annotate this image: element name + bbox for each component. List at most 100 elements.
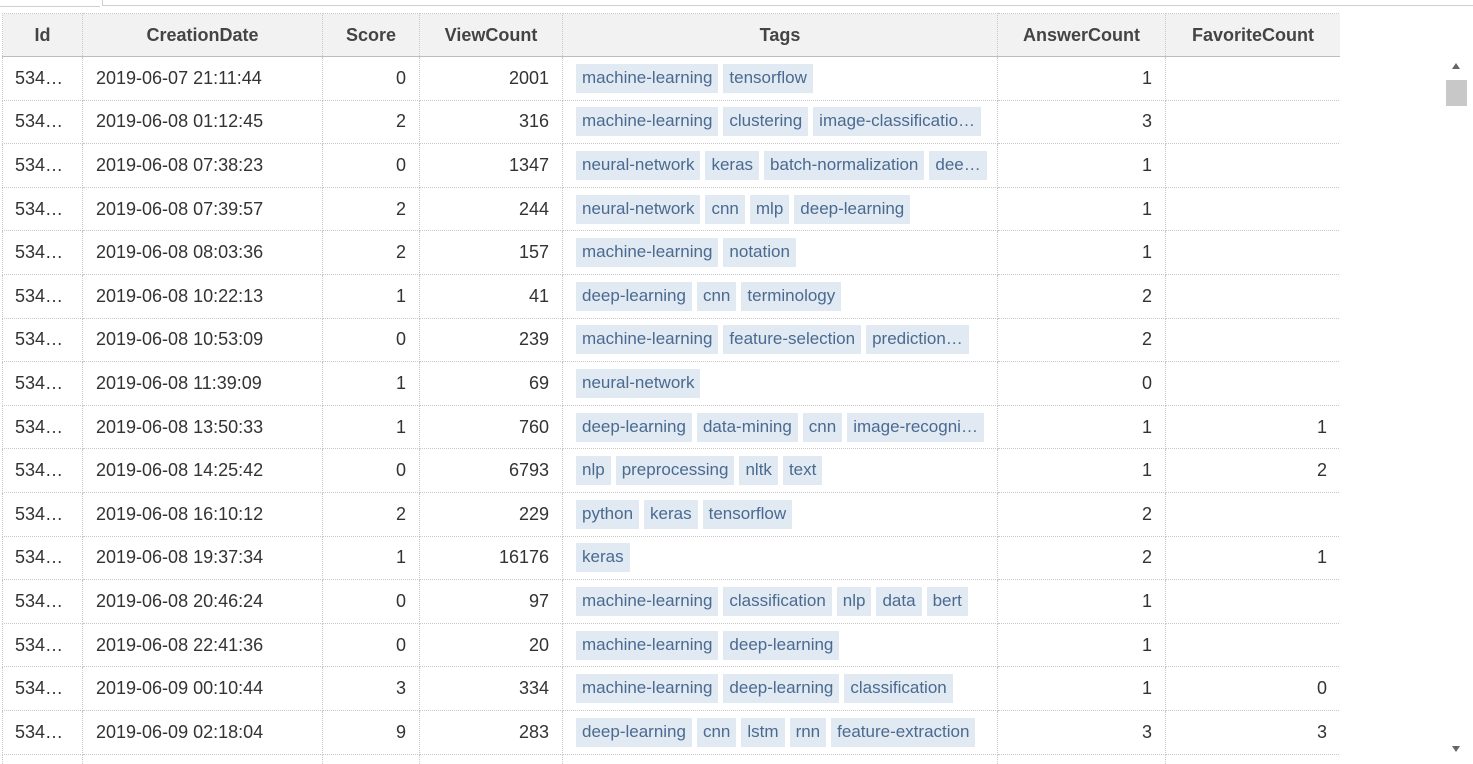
cell-id [2,753,83,764]
tag-chip[interactable]: feature-extraction [831,717,976,747]
table-row[interactable] [2,753,1340,764]
tag-chip[interactable]: cnn [802,412,843,442]
results-table: Id CreationDate Score ViewCount Tags Ans… [2,13,1340,764]
tag-chip[interactable]: tensorflow [702,499,793,529]
table-row[interactable]: 534… 2019-06-08 22:41:36 0 20 machine-learni… [2,622,1340,668]
table-row[interactable]: 534… 2019-06-08 20:46:24 0 97 machine-learni… [2,579,1340,624]
tag-chip[interactable]: terminology [741,281,842,311]
table-row[interactable]: 534… 2019-06-08 07:38:23 0 1347 neural-netwo… [2,143,1340,188]
tag-chip[interactable]: machine-learning [576,63,719,93]
table-row[interactable]: 534… 2019-06-08 19:37:34 1 16176 keras 2 1 [2,535,1340,581]
tag-chip[interactable]: image-classificatio… [813,107,982,137]
tag-chip[interactable]: image-recogni… [847,412,984,442]
tag-chip[interactable]: deep-learning [576,412,692,442]
column-header-id[interactable]: Id [2,13,83,57]
tag-chip[interactable]: machine-learning [576,325,719,355]
cell-favorite-count [1165,186,1340,232]
table-row[interactable]: 534… 2019-06-08 10:53:09 0 239 machine-learn… [2,317,1340,363]
tag-chip[interactable]: machine-learning [576,630,719,660]
tag-chip[interactable]: neural-network [576,368,701,398]
tag-chip[interactable]: cnn [696,717,737,747]
search-input-edge[interactable] [102,0,1473,6]
cell-score: 2 [322,186,420,232]
cell-tags: machine-learning notation [562,230,998,275]
cell-tags: machine-learning deep-learning classificat… [562,666,998,711]
tag-chip[interactable]: nltk [739,456,778,486]
tag-chip[interactable]: cnn [696,281,737,311]
table-row[interactable]: 534… 2019-06-08 01:12:45 2 316 machine-learn… [2,99,1340,145]
column-header-view-count[interactable]: ViewCount [419,13,563,57]
table-row[interactable]: 534… 2019-06-08 14:25:42 0 6793 nlp preproces… [2,448,1340,493]
tag-chip[interactable]: tensorflow [723,63,813,93]
column-header-favorite-count[interactable]: FavoriteCount [1165,13,1340,57]
column-header-creation-date[interactable]: CreationDate [82,13,323,57]
table-row[interactable]: 534… 2019-06-08 10:22:13 1 41 deep-learning c… [2,273,1340,319]
cell-view-count: 157 [419,230,563,275]
column-header-tags[interactable]: Tags [562,13,998,57]
cell-id: 534… [2,230,83,275]
cell-score: 2 [322,230,420,275]
tag-chip[interactable]: deep-learning [576,717,692,747]
table-row[interactable]: 534… 2019-06-09 00:10:44 3 334 machine-learn… [2,666,1340,711]
vertical-scrollbar[interactable] [1446,56,1467,764]
tag-chip[interactable]: machine-learning [576,586,719,616]
scroll-thumb[interactable] [1446,80,1467,106]
table-row[interactable]: 534… 2019-06-09 02:18:04 9 283 deep-learning… [2,709,1340,755]
cell-id: 534… [2,317,83,363]
tag-chip[interactable]: feature-selection [723,325,862,355]
table-row[interactable]: 534… 2019-06-08 13:50:33 1 760 deep-learning… [2,404,1340,450]
tag-chip[interactable]: data [876,586,922,616]
tag-list: neural-network cnn mlp deep-learning [576,194,996,224]
table-row[interactable]: 534… 2019-06-08 08:03:36 2 157 machine-learn… [2,230,1340,275]
tag-chip[interactable]: data-mining [696,412,798,442]
tag-list: neural-network [576,368,996,398]
cell-answer-count: 2 [997,273,1166,319]
tag-chip[interactable]: prediction… [866,325,969,355]
scroll-up-arrow-icon[interactable] [1446,60,1467,74]
tag-chip[interactable]: nlp [836,586,872,616]
tag-chip[interactable]: python [576,499,640,529]
cell-answer-count: 0 [997,361,1166,406]
cell-view-count: 229 [419,491,563,537]
tag-chip[interactable]: machine-learning [576,238,719,268]
tag-chip[interactable]: bert [926,586,968,616]
tag-chip[interactable]: deep-learning [723,630,840,660]
tag-chip[interactable]: notation [723,238,796,268]
table-row[interactable]: 534… 2019-06-08 07:39:57 2 244 neural-networ… [2,186,1340,232]
tag-chip[interactable]: keras [644,499,698,529]
tag-chip[interactable]: keras [576,543,630,573]
tag-chip[interactable]: neural-network [576,150,701,180]
tab-edge[interactable] [0,0,100,7]
tag-chip[interactable]: classification [844,674,953,704]
tag-chip[interactable]: mlp [749,194,790,224]
tag-chip[interactable]: deep-learning [794,194,911,224]
table-row[interactable]: 534… 2019-06-08 11:39:09 1 69 neural-network… [2,361,1340,406]
tag-chip[interactable]: keras [705,150,760,180]
tag-chip[interactable]: machine-learning [576,107,719,137]
table-row[interactable]: 534… 2019-06-07 21:11:44 0 2001 machine-lear… [2,56,1340,101]
cell-favorite-count [1165,579,1340,624]
tag-chip[interactable]: neural-network [576,194,701,224]
cell-score: 3 [322,666,420,711]
scroll-down-arrow-icon[interactable] [1446,742,1467,756]
cell-id: 534… [2,579,83,624]
tag-chip[interactable]: nlp [576,456,611,486]
table-row[interactable]: 534… 2019-06-08 16:10:12 2 229 python keras te… [2,491,1340,537]
tag-chip[interactable]: lstm [741,717,785,747]
tag-chip[interactable]: rnn [789,717,827,747]
tag-chip[interactable]: cnn [705,194,745,224]
tag-chip[interactable]: deep-learning [576,281,692,311]
top-toolbar [0,0,1473,12]
tag-chip[interactable]: classification [723,586,832,616]
cell-score: 2 [322,491,420,537]
tag-chip[interactable]: batch-normalization [764,150,925,180]
cell-favorite-count [1165,753,1340,764]
tag-chip[interactable]: dee… [929,150,987,180]
tag-chip[interactable]: preprocessing [615,456,735,486]
tag-chip[interactable]: machine-learning [576,674,719,704]
tag-chip[interactable]: text [782,456,823,486]
column-header-answer-count[interactable]: AnswerCount [997,13,1166,57]
tag-chip[interactable]: deep-learning [723,674,840,704]
column-header-score[interactable]: Score [322,13,420,57]
tag-chip[interactable]: clustering [723,107,809,137]
